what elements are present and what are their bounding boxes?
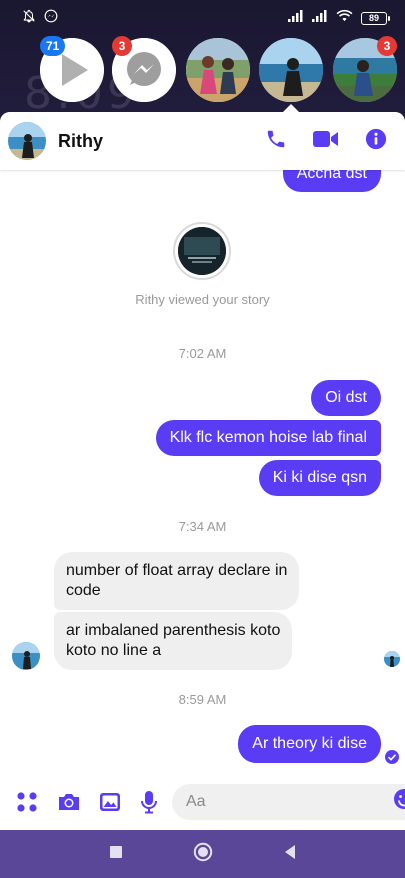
message-incoming[interactable]: number of float array declare in code xyxy=(54,552,300,610)
message-line: number of float array declare in xyxy=(66,562,288,579)
timestamp: 7:02 AM xyxy=(178,346,227,361)
signal-icon xyxy=(288,9,304,27)
status-bar: 89 xyxy=(0,0,405,36)
messenger-notification-icon xyxy=(44,9,58,28)
message-line: code xyxy=(66,582,101,599)
info-icon[interactable] xyxy=(365,128,387,155)
message-line: ar imbalaned parenthesis koto xyxy=(66,622,281,639)
chat-heads: 71 3 3 xyxy=(0,36,405,102)
message-incoming[interactable]: ar imbalaned parenthesis koto koto no li… xyxy=(54,612,293,670)
phone-call-icon[interactable] xyxy=(265,128,287,155)
message-list[interactable]: Accha dst Rithy viewed your story 7:02 A… xyxy=(0,170,405,773)
unread-badge: 3 xyxy=(377,36,397,56)
timestamp: 8:59 AM xyxy=(178,692,227,707)
chat-head-contact-active[interactable] xyxy=(259,38,323,102)
home-button[interactable] xyxy=(193,842,213,867)
battery-indicator: 89 xyxy=(361,11,390,25)
unread-badge: 71 xyxy=(40,36,66,56)
message-outgoing[interactable]: Ki ki dise qsn xyxy=(258,460,381,496)
message-outgoing[interactable]: Accha dst xyxy=(282,170,381,192)
back-button[interactable] xyxy=(283,844,297,865)
apps-grid-icon[interactable] xyxy=(16,791,38,813)
contact-name[interactable]: Rithy xyxy=(58,131,265,152)
delivered-check-icon xyxy=(385,750,399,769)
contact-photo xyxy=(259,38,323,102)
story-thumbnail[interactable] xyxy=(173,222,231,280)
timestamp: 7:34 AM xyxy=(178,519,227,534)
system-nav-bar xyxy=(0,830,405,878)
chat-head-contact[interactable] xyxy=(186,38,250,102)
chat-panel: Rithy Accha dst Rithy viewed your story … xyxy=(0,112,405,830)
gallery-icon[interactable] xyxy=(99,791,121,813)
camera-icon[interactable] xyxy=(57,791,81,813)
video-call-icon[interactable] xyxy=(313,129,339,154)
recents-button[interactable] xyxy=(109,845,123,864)
message-outgoing[interactable]: Klk flc kemon hoise lab final xyxy=(155,420,381,456)
contact-photo xyxy=(186,38,250,102)
signal-icon xyxy=(312,9,328,27)
story-activity-text: Rithy viewed your story xyxy=(135,292,270,307)
chat-header: Rithy xyxy=(0,112,405,170)
emoji-icon[interactable] xyxy=(393,788,405,815)
message-outgoing[interactable]: Ar theory ki dise xyxy=(238,725,381,763)
avatar[interactable] xyxy=(8,122,46,160)
message-composer xyxy=(0,773,405,830)
message-outgoing[interactable]: Oi dst xyxy=(311,380,381,416)
story-image xyxy=(178,227,226,275)
notifications-muted-icon xyxy=(22,9,36,28)
microphone-icon[interactable] xyxy=(140,790,158,814)
message-input[interactable] xyxy=(186,792,393,811)
wifi-icon xyxy=(336,9,353,27)
message-line: koto no line a xyxy=(66,642,162,659)
unread-badge: 3 xyxy=(112,36,132,56)
message-input-box[interactable] xyxy=(172,783,405,820)
seen-avatar xyxy=(384,651,400,667)
sender-avatar[interactable] xyxy=(12,642,40,670)
